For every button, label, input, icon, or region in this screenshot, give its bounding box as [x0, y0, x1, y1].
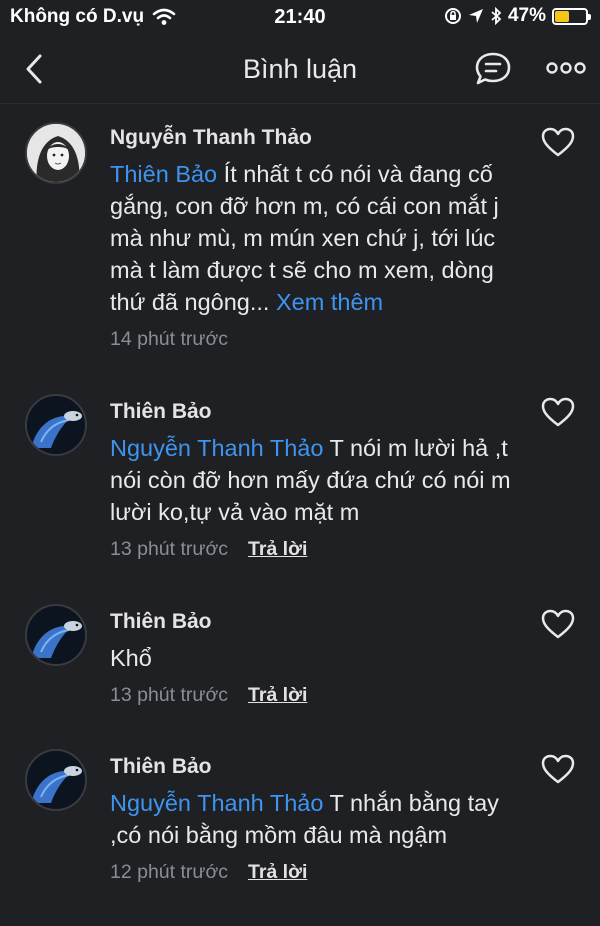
- comment-text: Nguyễn Thanh Thảo T nhắn bằng tay ,có nó…: [110, 787, 530, 851]
- comment-meta: 13 phút trước Trả lời: [110, 684, 530, 707]
- comment-item: Thiên Bảo Nguyễn Thanh Thảo T nhắn bằng …: [0, 749, 600, 923]
- avatar[interactable]: [25, 604, 87, 666]
- chat-bubble-icon[interactable]: [474, 51, 512, 87]
- battery-percent: 47%: [507, 5, 546, 26]
- avatar-fish-image: [27, 396, 85, 454]
- avatar[interactable]: [25, 122, 87, 184]
- mention-link[interactable]: Nguyễn Thanh Thảo: [110, 790, 323, 816]
- battery-level: [555, 10, 570, 22]
- reply-button[interactable]: Trả lời: [248, 684, 307, 707]
- heart-icon[interactable]: [540, 608, 576, 640]
- reply-button[interactable]: Trả lời: [248, 861, 307, 884]
- comment-time: 14 phút trước: [110, 328, 228, 350]
- reply-button[interactable]: Trả lời: [248, 538, 307, 561]
- nav-bar: Bình luận: [0, 34, 600, 104]
- comment-list: Nguyễn Thanh Thảo Thiên Bảo Ít nhất t có…: [0, 104, 600, 923]
- mention-link[interactable]: Nguyễn Thanh Thảo: [110, 435, 323, 461]
- battery-icon: [552, 7, 591, 25]
- comment-author[interactable]: Thiên Bảo: [110, 753, 530, 781]
- bluetooth-icon: [491, 7, 502, 25]
- comment-item: Thiên Bảo Khổ 13 phút trước Trả lời: [0, 604, 600, 753]
- comment-meta: 14 phút trước: [110, 328, 530, 351]
- see-more-link[interactable]: Xem thêm: [276, 289, 383, 315]
- avatar-fish-image: [27, 751, 85, 809]
- comment-author[interactable]: Thiên Bảo: [110, 608, 530, 636]
- more-horizontal-icon[interactable]: [546, 58, 586, 78]
- avatar-fish-image: [27, 606, 85, 664]
- comment-time: 12 phút trước: [110, 861, 228, 883]
- comment-time: 13 phút trước: [110, 684, 228, 706]
- comment-body: Khổ: [110, 645, 152, 671]
- orientation-lock-icon: [444, 8, 461, 24]
- wifi-icon: [152, 8, 176, 25]
- heart-icon[interactable]: [540, 126, 576, 158]
- comment-time: 13 phút trước: [110, 538, 228, 560]
- carrier-label: Không có D.vụ: [10, 6, 145, 27]
- comment-text: Thiên Bảo Ít nhất t có nói và đang cố gắ…: [110, 158, 530, 318]
- status-bar: 21:40 Không có D.vụ 47%: [0, 0, 600, 34]
- comment-meta: 13 phút trước Trả lời: [110, 538, 530, 561]
- heart-icon[interactable]: [540, 396, 576, 428]
- heart-icon[interactable]: [540, 753, 576, 785]
- comment-item: Thiên Bảo Nguyễn Thanh Thảo T nói m lười…: [0, 394, 600, 606]
- comment-item: Nguyễn Thanh Thảo Thiên Bảo Ít nhất t có…: [0, 104, 600, 394]
- location-arrow-icon: [468, 9, 483, 23]
- comment-text: Khổ: [110, 642, 530, 674]
- comment-author[interactable]: Nguyễn Thanh Thảo: [110, 124, 530, 152]
- comment-author[interactable]: Thiên Bảo: [110, 398, 530, 426]
- avatar[interactable]: [25, 394, 87, 456]
- avatar[interactable]: [25, 749, 87, 811]
- comment-meta: 12 phút trước Trả lời: [110, 861, 530, 884]
- avatar-sketch-image: [27, 124, 85, 182]
- comment-text: Nguyễn Thanh Thảo T nói m lười hả ,t nói…: [110, 432, 530, 528]
- mention-link[interactable]: Thiên Bảo: [110, 161, 217, 187]
